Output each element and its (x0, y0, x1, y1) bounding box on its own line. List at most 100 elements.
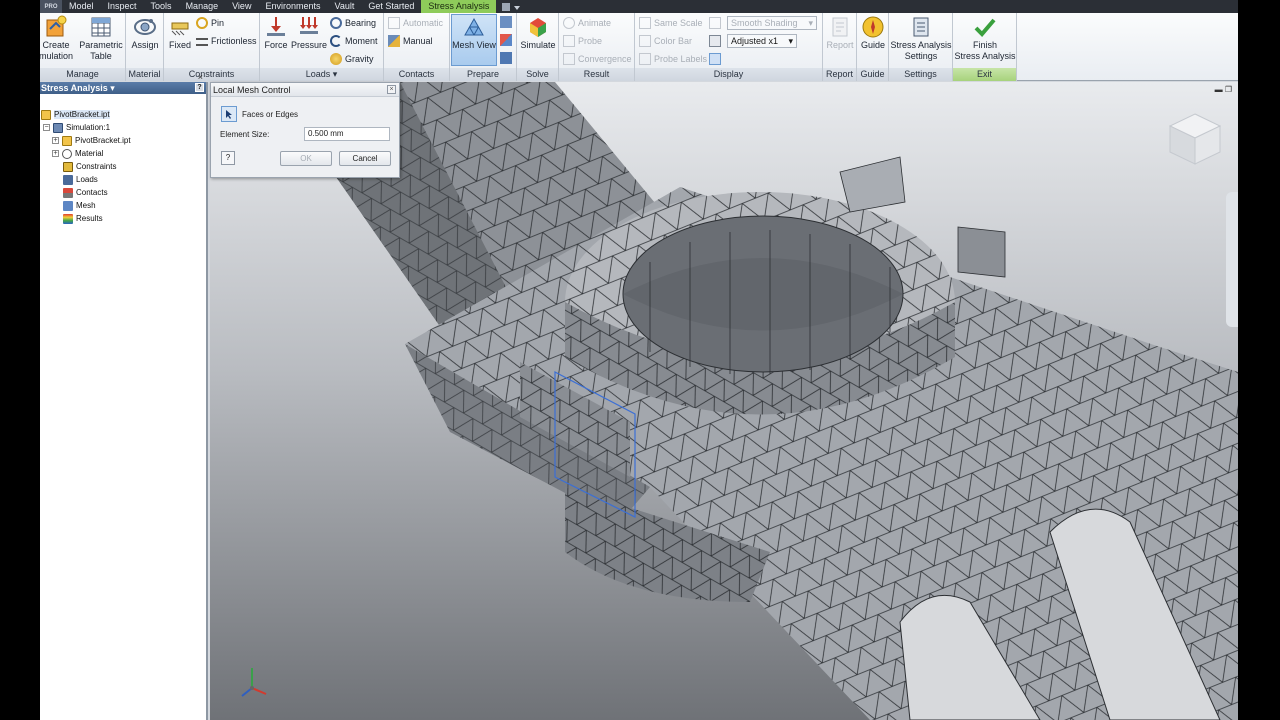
display-toggle-2[interactable] (709, 34, 721, 48)
manual-contacts-button[interactable]: Manual (388, 34, 433, 48)
mesh-view-button[interactable]: Mesh View (451, 14, 497, 66)
fixed-label: Fixed (168, 40, 191, 50)
camera-icon[interactable] (502, 2, 511, 11)
close-icon[interactable]: × (198, 72, 203, 82)
probe-labels-icon (639, 53, 651, 65)
collapse-icon[interactable]: − (43, 124, 50, 131)
tab-get-started[interactable]: Get Started (361, 0, 421, 13)
bearing-load-button[interactable]: Bearing (330, 16, 376, 30)
animate-button[interactable]: Animate (563, 16, 611, 30)
simulate-label: Simulate (520, 40, 556, 50)
fixed-constraint-button[interactable]: Fixed (166, 15, 194, 51)
local-mesh-control-button[interactable] (500, 33, 512, 47)
viewport-window-controls[interactable]: ▬ ❐ (1215, 85, 1232, 94)
tree-item-part-ref[interactable]: + PivotBracket.ipt (52, 134, 131, 147)
animate-label: Animate (578, 18, 612, 28)
panel-report: Report Report (823, 13, 857, 81)
panel-solve: Simulate Solve (517, 13, 559, 81)
coordinate-triad-icon (241, 668, 267, 697)
cancel-button[interactable]: Cancel (339, 151, 391, 166)
guide-button[interactable]: Guide (858, 15, 888, 51)
stress-analysis-settings-button[interactable]: Stress Analysis Settings (890, 15, 952, 62)
tab-view[interactable]: View (225, 0, 258, 13)
viewcube[interactable] (1166, 110, 1224, 168)
display-toggle-1[interactable] (709, 16, 721, 30)
force-button[interactable]: Force (262, 15, 290, 51)
browser-header[interactable]: Stress Analysis ▾ ? (40, 82, 206, 94)
tree-item-results[interactable]: Results (63, 212, 103, 225)
manual-contacts-icon (388, 35, 400, 47)
finish-stress-analysis-button[interactable]: Finish Stress Analysis (954, 15, 1016, 62)
tab-environments[interactable]: Environments (258, 0, 327, 13)
help-icon[interactable]: ? (195, 83, 204, 92)
pressure-icon (300, 17, 318, 34)
pin-label: Pin (211, 18, 225, 28)
pressure-button[interactable]: Pressure (291, 15, 327, 51)
moment-load-button[interactable]: Moment (330, 34, 378, 48)
finish-stress-analysis-label: Finish Stress Analysis (954, 40, 1016, 61)
assign-label: Assign (131, 40, 159, 50)
tab-model[interactable]: Model (62, 0, 101, 13)
probe-button[interactable]: Probe (563, 34, 602, 48)
navigation-bar[interactable] (1226, 192, 1238, 327)
tree-item-mesh[interactable]: Mesh (63, 199, 96, 212)
color-bar-button[interactable]: Color Bar (639, 34, 692, 48)
automatic-contacts-button[interactable]: Automatic (388, 16, 443, 30)
expand-icon[interactable]: + (52, 137, 59, 144)
create-simulation-button[interactable]: Create mulation (40, 15, 73, 62)
quick-access-toolbar (496, 2, 521, 11)
simulate-button[interactable]: Simulate (519, 15, 557, 51)
close-icon[interactable]: × (387, 85, 396, 94)
panel-prepare-label: Prepare (450, 68, 516, 81)
tree-item-constraints[interactable]: Constraints (63, 160, 116, 173)
tree-item-label: Loads (76, 175, 98, 184)
tree-item-material[interactable]: + Material (52, 147, 103, 160)
tab-manage[interactable]: Manage (179, 0, 226, 13)
part-icon (62, 135, 72, 146)
tree-item-contacts[interactable]: Contacts (63, 186, 108, 199)
pressure-label: Pressure (291, 40, 328, 50)
convergence-button[interactable]: Convergence (563, 52, 632, 66)
adjusted-scale-dropdown[interactable]: Adjusted x1 ▾ (727, 34, 797, 48)
panel-guide: Guide Guide (857, 13, 889, 81)
tree-item-simulation[interactable]: − Simulation:1 (43, 121, 110, 134)
guide-label: Guide (860, 40, 886, 50)
smooth-shading-dropdown[interactable]: Smooth Shading ▾ (727, 16, 817, 30)
probe-labels-button[interactable]: Probe Labels (639, 52, 707, 66)
pin-constraint-button[interactable]: Pin (196, 16, 224, 30)
parametric-table-button[interactable]: Parametric Table (78, 15, 124, 62)
panel-report-label: Report (823, 68, 856, 81)
convergence-settings-button[interactable] (500, 51, 512, 65)
ok-button[interactable]: OK (280, 151, 332, 166)
tree-item-loads[interactable]: Loads (63, 173, 98, 186)
element-size-input[interactable]: 0.500 mm (304, 127, 390, 141)
tab-tools[interactable]: Tools (144, 0, 179, 13)
mesh-settings-button[interactable] (500, 15, 512, 29)
gravity-load-button[interactable]: Gravity (330, 52, 374, 66)
bearing-icon (330, 17, 342, 29)
display-toggle-3[interactable] (709, 52, 721, 66)
frictionless-constraint-button[interactable]: Frictionless (196, 34, 257, 48)
panel-exit: Finish Stress Analysis Exit (953, 13, 1017, 81)
select-faces-button[interactable] (221, 106, 237, 122)
force-icon (267, 17, 285, 36)
same-scale-button[interactable]: Same Scale (639, 16, 703, 30)
application-menu-button[interactable]: PRO (40, 0, 62, 13)
assign-button[interactable]: Assign (128, 15, 162, 51)
simulation-icon (53, 122, 63, 133)
chevron-down-icon[interactable] (514, 5, 521, 10)
expand-icon[interactable]: + (52, 150, 59, 157)
help-icon[interactable]: ? (221, 151, 235, 165)
tree-item-label: PivotBracket.ipt (75, 136, 131, 145)
panel-loads-label[interactable]: Loads ▾ (260, 68, 383, 81)
tree-item-label: Material (75, 149, 104, 158)
local-mesh-control-dialog: Local Mesh Control × Faces or Edges Elem… (210, 82, 400, 178)
tab-inspect[interactable]: Inspect (101, 0, 144, 13)
tab-stress-analysis[interactable]: Stress Analysis (421, 0, 497, 13)
faces-or-edges-label: Faces or Edges (242, 110, 299, 119)
tree-item-part[interactable]: PivotBracket.ipt (41, 108, 110, 121)
tab-vault[interactable]: Vault (327, 0, 361, 13)
report-icon (832, 17, 848, 37)
report-button[interactable]: Report (825, 15, 855, 51)
dialog-title-bar[interactable]: Local Mesh Control × (211, 83, 399, 97)
